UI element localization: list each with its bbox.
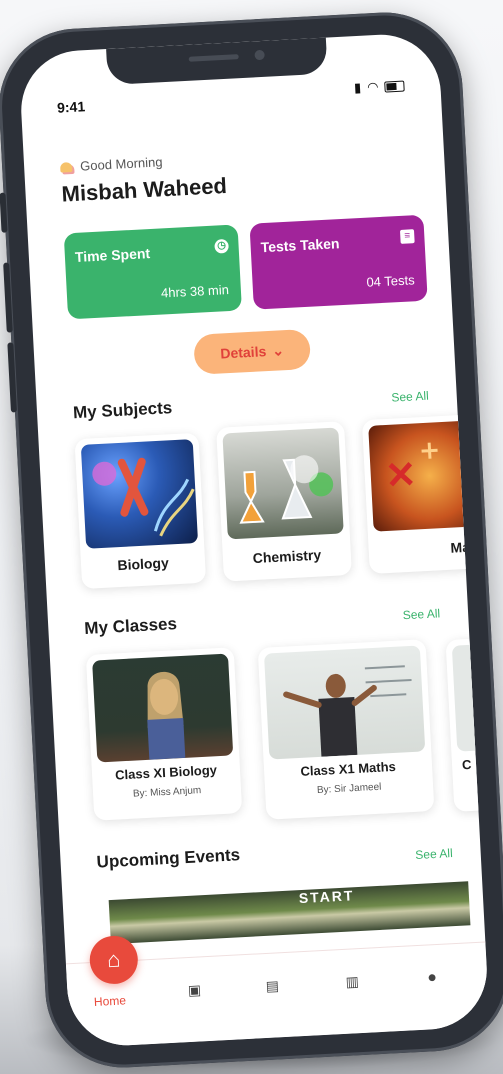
mute-switch [0,192,8,233]
dna-illustration [92,457,195,537]
camera [254,49,265,61]
user-name: Misbah Waheed [60,172,228,207]
greeting-text: Good Morning [79,154,163,174]
subject-label: Mat [450,538,476,556]
class-title: C [461,756,472,773]
subject-card-biology[interactable]: Biology [74,432,207,590]
flask-illustration [239,455,334,524]
class-card-partial[interactable]: C [445,638,490,812]
teacher-photo [92,653,234,763]
subjects-see-all-link[interactable]: See All [391,389,429,405]
time-spent-title: Time Spent [74,245,151,265]
class-teacher: By: Sir Jameel [316,781,382,797]
chevron-down-icon: ⌄ [271,341,285,359]
class-card-maths[interactable]: Class X1 Maths By: Sir Jameel [257,639,435,820]
home-label[interactable]: Home [94,993,127,1009]
time-spent-value: 4hrs 38 min [160,281,230,301]
class-card-biology[interactable]: Class XI Biology By: Miss Anjum [85,647,243,821]
event-banner[interactable]: START [108,881,471,945]
subject-card-math[interactable]: Mat [361,414,480,574]
clipboard-icon: ≡ [399,229,415,244]
teacher-illustration [283,665,412,757]
status-time: 9:41 [56,98,86,116]
signal-icon: ▮ [353,79,362,96]
greeting: Good Morning [59,154,163,174]
class-title: Class XI Biology [114,762,218,783]
teacher-photo [263,645,426,760]
subject-card-chemistry[interactable]: Chemistry [216,421,352,582]
time-spent-card[interactable]: Time Spent ◷ 4hrs 38 min [63,224,242,320]
reports-icon[interactable]: ▥ [343,973,362,990]
volume-down-button [7,342,17,413]
math-image [368,420,472,532]
profile-icon[interactable]: ● [423,969,442,986]
phone-frame: 9:41 ▮ ◠ Good Morning Misbah Waheed Time… [0,8,503,1072]
bottom-nav: ⌂ Home ▣ ▤ ▥ ● [65,934,490,1049]
teacher-photo [451,644,486,752]
classes-icon[interactable]: ▣ [185,981,204,998]
volume-up-button [3,262,13,333]
class-teacher: By: Miss Anjum [132,785,202,800]
tests-taken-value: 04 Tests [366,272,415,290]
biology-image [80,439,199,549]
weather-icon [59,161,73,173]
class-title: Class X1 Maths [300,758,397,779]
subject-label: Biology [117,554,170,574]
clock-icon: ◷ [214,238,229,254]
subjects-title: My Subjects [72,398,173,423]
math-symbols-illustration [388,442,438,487]
tests-taken-title: Tests Taken [260,235,340,256]
tests-icon[interactable]: ▤ [263,977,282,994]
status-icons: ▮ ◠ [354,78,405,97]
battery-icon [384,80,405,93]
teacher-illustration [147,672,186,760]
speaker [188,54,239,62]
app-screen: 9:41 ▮ ◠ Good Morning Misbah Waheed Time… [18,31,490,1049]
details-button[interactable]: Details ⌄ [193,328,312,375]
events-title: Upcoming Events [96,845,241,872]
notch [106,37,328,86]
tests-taken-card[interactable]: Tests Taken ≡ 04 Tests [249,214,428,310]
events-see-all-link[interactable]: See All [415,846,453,862]
details-label: Details [219,343,267,362]
wifi-icon: ◠ [366,78,379,95]
event-banner-text: START [298,887,355,907]
classes-title: My Classes [83,614,178,638]
subject-label: Chemistry [252,546,322,567]
chemistry-image [222,427,344,540]
classes-see-all-link[interactable]: See All [402,606,440,622]
